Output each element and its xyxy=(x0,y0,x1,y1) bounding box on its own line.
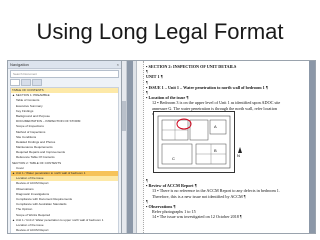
nav-search-input[interactable]: Search Document xyxy=(10,70,119,78)
map-label-b: B xyxy=(214,148,217,153)
nav-pane-title: Navigation xyxy=(10,62,29,67)
north-label: N xyxy=(237,153,240,158)
map-label-c: C xyxy=(172,156,175,161)
nav-pane-header: Navigation × xyxy=(8,61,121,69)
nav-heading-item[interactable]: Review of ACCM Report xyxy=(11,228,118,233)
close-icon[interactable]: × xyxy=(117,61,119,68)
nav-heading-list: TABLE OF CONTENTS ▲ SECTION 1: PREAMBLE Ta… xyxy=(10,87,119,233)
page-margin xyxy=(137,61,144,233)
site-plan-drawing xyxy=(157,115,231,169)
navigation-pane: Navigation × Search Document TABLE OF CO… xyxy=(8,61,122,233)
doc-line: 14 ▪ The issue was investigated on 12 Oc… xyxy=(152,214,242,220)
doc-paragraphs-bottom: ¶ ▪ Review of ACCM Report ¶ 13 ▪ There is … xyxy=(146,178,306,220)
document-area: ▪ SECTION 2: INSPECTION OF UNIT DETAILS ¶… xyxy=(127,61,315,233)
site-plan-figure: A B C xyxy=(153,111,235,173)
word-window-screenshot: Navigation × Search Document TABLE OF CO… xyxy=(7,60,316,234)
document-page[interactable]: ▪ SECTION 2: INSPECTION OF UNIT DETAILS ¶… xyxy=(133,61,309,233)
tab-results[interactable] xyxy=(32,79,42,86)
north-arrow-icon: N xyxy=(237,147,242,158)
nav-view-tabs xyxy=(10,79,119,86)
tab-headings[interactable] xyxy=(10,79,20,86)
scrollbar-thumb[interactable] xyxy=(122,101,126,131)
map-label-a: A xyxy=(214,124,217,129)
tab-pages[interactable] xyxy=(21,79,31,86)
issue-circle-marker xyxy=(176,118,192,130)
doc-paragraphs-top: ▪ SECTION 2: INSPECTION OF UNIT DETAILS ¶… xyxy=(146,64,306,116)
slide-title: Using Long Legal Format xyxy=(36,19,284,44)
